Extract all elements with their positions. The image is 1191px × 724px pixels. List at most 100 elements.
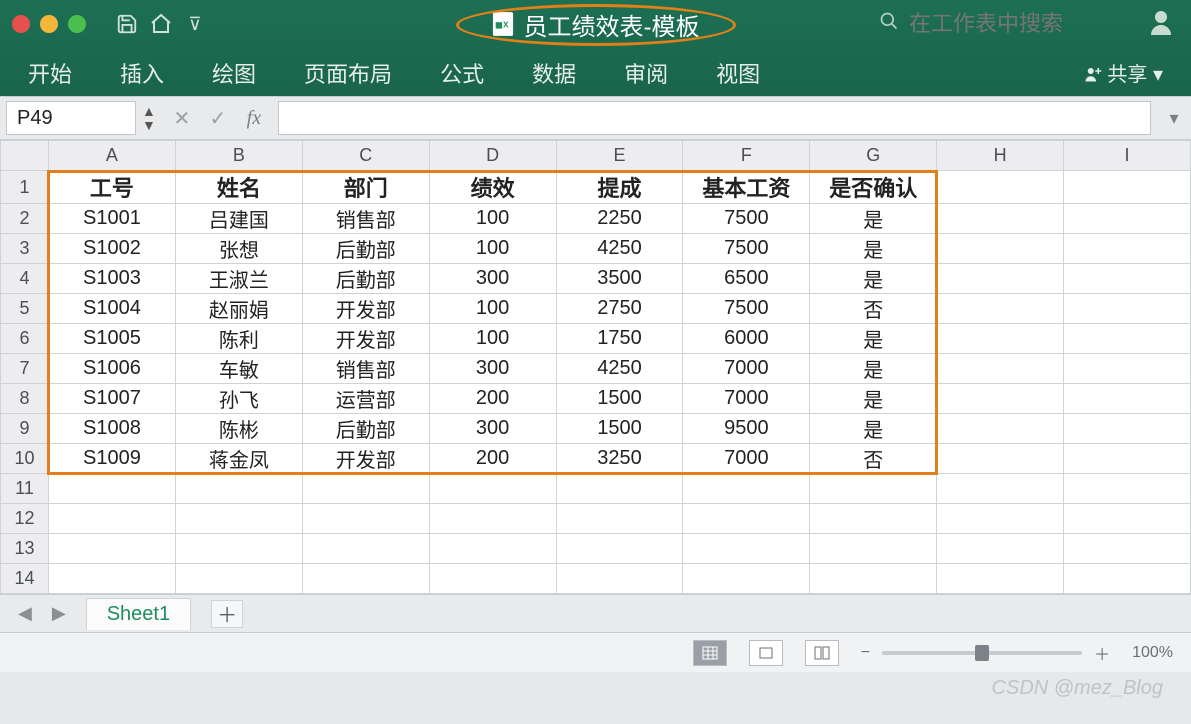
cell[interactable]: 提成 (556, 171, 683, 204)
cell[interactable] (937, 564, 1064, 594)
cell[interactable]: 陈彬 (175, 414, 302, 444)
user-presence-icon[interactable] (1149, 9, 1179, 40)
cell[interactable]: 张想 (175, 234, 302, 264)
close-window-icon[interactable] (12, 15, 30, 33)
cell[interactable]: 后勤部 (302, 234, 429, 264)
cancel-formula-icon[interactable]: ✕ (164, 106, 200, 131)
cell[interactable]: 开发部 (302, 294, 429, 324)
row-header[interactable]: 2 (1, 204, 49, 234)
cell[interactable] (48, 504, 175, 534)
cell[interactable] (556, 534, 683, 564)
cell[interactable]: 300 (429, 354, 556, 384)
column-header[interactable]: H (937, 141, 1064, 171)
name-box[interactable]: P49 (6, 101, 136, 135)
view-page-break-icon[interactable] (805, 640, 839, 666)
cell[interactable] (556, 504, 683, 534)
tab-review[interactable]: 审阅 (624, 57, 668, 89)
cell[interactable] (1064, 171, 1191, 204)
row-header[interactable]: 5 (1, 294, 49, 324)
row-header[interactable]: 11 (1, 474, 49, 504)
cell[interactable]: 部门 (302, 171, 429, 204)
cell[interactable]: 运营部 (302, 384, 429, 414)
cell[interactable] (683, 534, 810, 564)
zoom-in-icon[interactable]: ＋ (1094, 641, 1110, 665)
row-header[interactable]: 6 (1, 324, 49, 354)
cell[interactable]: 100 (429, 294, 556, 324)
namebox-stepper[interactable]: ▲▼ (142, 104, 156, 132)
cell[interactable]: 200 (429, 444, 556, 474)
row-header[interactable]: 12 (1, 504, 49, 534)
cell[interactable]: 否 (810, 444, 937, 474)
cell[interactable] (1064, 444, 1191, 474)
cell[interactable]: 7000 (683, 444, 810, 474)
cell[interactable]: 4250 (556, 234, 683, 264)
row-header[interactable]: 7 (1, 354, 49, 384)
cell[interactable]: 是否确认 (810, 171, 937, 204)
row-header[interactable]: 1 (1, 171, 49, 204)
cell[interactable]: 孙飞 (175, 384, 302, 414)
zoom-track[interactable] (882, 651, 1082, 655)
cell[interactable]: 是 (810, 234, 937, 264)
column-header[interactable]: B (175, 141, 302, 171)
row-header[interactable]: 14 (1, 564, 49, 594)
accept-formula-icon[interactable]: ✓ (200, 106, 236, 131)
cell[interactable]: 销售部 (302, 204, 429, 234)
cell[interactable]: 7500 (683, 294, 810, 324)
cell[interactable] (1064, 384, 1191, 414)
cell[interactable] (302, 564, 429, 594)
cell[interactable] (1064, 204, 1191, 234)
cell[interactable]: 是 (810, 264, 937, 294)
cell[interactable]: S1009 (48, 444, 175, 474)
cell[interactable] (429, 504, 556, 534)
cell[interactable] (302, 534, 429, 564)
cell[interactable] (937, 534, 1064, 564)
cell[interactable]: 是 (810, 324, 937, 354)
cell[interactable]: 100 (429, 324, 556, 354)
view-page-layout-icon[interactable] (749, 640, 783, 666)
cell[interactable]: 开发部 (302, 444, 429, 474)
cell[interactable] (937, 384, 1064, 414)
tab-data[interactable]: 数据 (532, 57, 576, 89)
tab-insert[interactable]: 插入 (120, 57, 164, 89)
cell[interactable]: 3250 (556, 444, 683, 474)
cell[interactable]: S1004 (48, 294, 175, 324)
row-header[interactable]: 4 (1, 264, 49, 294)
add-sheet-button[interactable]: ＋ (211, 600, 243, 628)
cell[interactable]: 4250 (556, 354, 683, 384)
customize-toolbar-button[interactable]: ⊽ (178, 7, 212, 41)
cell[interactable] (429, 474, 556, 504)
cell[interactable]: S1003 (48, 264, 175, 294)
cell[interactable] (683, 474, 810, 504)
row-header[interactable]: 8 (1, 384, 49, 414)
cell[interactable]: 基本工资 (683, 171, 810, 204)
cell[interactable] (429, 534, 556, 564)
chevron-up-icon[interactable]: ▲ (142, 104, 156, 118)
cell[interactable] (937, 324, 1064, 354)
column-header[interactable]: G (810, 141, 937, 171)
cell[interactable]: 蒋金凤 (175, 444, 302, 474)
cell[interactable] (175, 474, 302, 504)
cell[interactable] (302, 474, 429, 504)
cell[interactable] (556, 474, 683, 504)
cell[interactable]: 是 (810, 354, 937, 384)
cell[interactable]: 1750 (556, 324, 683, 354)
cell[interactable] (302, 504, 429, 534)
cell[interactable]: 后勤部 (302, 264, 429, 294)
cell[interactable]: 工号 (48, 171, 175, 204)
cell[interactable]: 6500 (683, 264, 810, 294)
cell[interactable] (937, 204, 1064, 234)
cell[interactable] (937, 234, 1064, 264)
cell[interactable]: 后勤部 (302, 414, 429, 444)
cell[interactable]: 100 (429, 234, 556, 264)
cell[interactable] (937, 171, 1064, 204)
row-header[interactable]: 13 (1, 534, 49, 564)
prev-sheet-icon[interactable]: ◀ (18, 603, 32, 624)
next-sheet-icon[interactable]: ▶ (52, 603, 66, 624)
column-header[interactable]: E (556, 141, 683, 171)
cell[interactable] (556, 564, 683, 594)
home-button[interactable] (144, 7, 178, 41)
cell[interactable]: S1006 (48, 354, 175, 384)
row-header[interactable]: 3 (1, 234, 49, 264)
cell[interactable] (429, 564, 556, 594)
cell[interactable]: 9500 (683, 414, 810, 444)
